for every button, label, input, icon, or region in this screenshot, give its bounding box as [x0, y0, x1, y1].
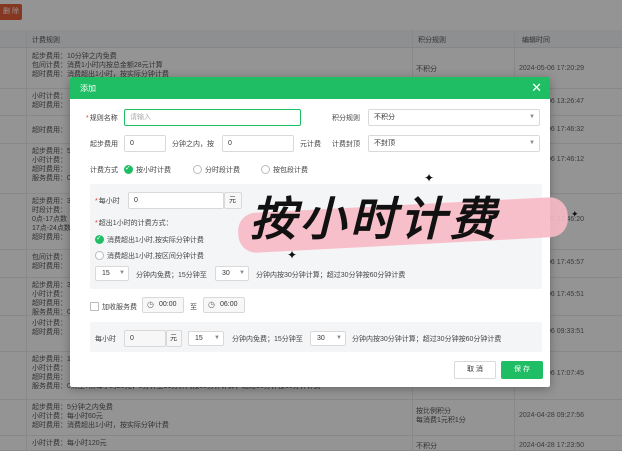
start-fee-mid-text: 分钟之内，按 [172, 141, 214, 148]
interval-b-select[interactable]: 30 ▼ [215, 266, 249, 281]
service-end-time[interactable]: ◷ 06:00 [203, 297, 245, 313]
start-fee-label: 起步费用 [90, 141, 118, 148]
interval-a-text: 分钟内免费；15分钟至 [136, 272, 207, 279]
cap-select[interactable]: 不封顶 ▼ [368, 135, 540, 152]
cancel-button[interactable]: 取 消 [454, 361, 496, 379]
yuan-suffix: 元 [224, 192, 242, 209]
mode-package-label: 按包段计费 [273, 167, 308, 174]
radio-overtime-interval[interactable] [95, 251, 104, 260]
dialog-title: 添加 [80, 84, 96, 93]
service-start-time[interactable]: ◷ 00:00 [142, 297, 184, 313]
start-fee-unit: 元计费 [300, 141, 321, 148]
close-icon[interactable]: ✕ [531, 80, 542, 95]
time-to-label: 至 [190, 304, 197, 311]
mode-hourly-label: 按小时计费 [136, 167, 171, 174]
svc-interval-a-select[interactable]: 15 ▼ [188, 331, 224, 346]
radio-package[interactable] [261, 165, 270, 174]
svc-yuan-suffix: 元 [166, 330, 182, 347]
rule-name-label: 规则名称 [86, 113, 118, 123]
hourly-price-input[interactable]: 0 [128, 192, 224, 209]
interval-a-select[interactable]: 15 ▼ [95, 266, 129, 281]
points-rule-label: 积分规则 [332, 115, 360, 122]
hourly-label: 每小时 [95, 196, 120, 206]
sparkle-icon: ✦ [424, 171, 435, 185]
chevron-down-icon: ▼ [119, 270, 125, 276]
svc-interval-b-text: 分钟内按30分钟计算；超过30分钟按60分钟计费 [352, 336, 502, 343]
overtime-label: 超出1小时的计费方式： [95, 218, 173, 228]
service-fee-label: 加收服务费 [102, 304, 137, 311]
points-rule-select[interactable]: 不积分 ▼ [368, 109, 540, 126]
start-fee-amount-input[interactable]: 0 [222, 135, 294, 152]
mode-period-label: 分时段计费 [205, 167, 240, 174]
clock-icon: ◷ [147, 300, 154, 309]
overtime-option-actual: 消费超出1小时,按实际分钟计费 [107, 237, 204, 244]
dialog-header: 添加 ✕ [70, 77, 550, 99]
overtime-option-interval: 消费超出1小时,按区间分钟计费 [107, 253, 204, 260]
start-fee-minutes-input[interactable]: 0 [124, 135, 166, 152]
rule-name-input[interactable]: 请输入 [124, 109, 301, 126]
sparkle-icon: ✦ [571, 209, 579, 219]
chevron-down-icon: ▼ [239, 270, 245, 276]
cap-label: 计费封顶 [332, 141, 360, 148]
overlay-title: 按小时计费 [250, 192, 500, 246]
chevron-down-icon: ▼ [529, 140, 535, 146]
save-button[interactable]: 保 存 [501, 361, 543, 379]
svc-hourly-label: 每小时 [95, 336, 116, 343]
radio-time-period[interactable] [193, 165, 202, 174]
service-fee-checkbox[interactable] [90, 302, 99, 311]
chevron-down-icon: ▼ [529, 114, 535, 120]
sparkle-icon: ✦ [287, 248, 298, 262]
radio-hourly[interactable] [124, 164, 133, 174]
chevron-down-icon: ▼ [336, 335, 342, 341]
interval-b-text: 分钟内按30分钟计算；超过30分钟按60分钟计费 [256, 272, 406, 279]
svc-hourly-input[interactable]: 0 [124, 330, 166, 347]
radio-overtime-actual[interactable] [95, 234, 104, 244]
chevron-down-icon: ▼ [214, 335, 220, 341]
svc-interval-a-text: 分钟内免费；15分钟至 [232, 336, 303, 343]
mode-label: 计费方式 [90, 167, 118, 174]
clock-icon: ◷ [208, 300, 215, 309]
svc-interval-b-select[interactable]: 30 ▼ [310, 331, 346, 346]
